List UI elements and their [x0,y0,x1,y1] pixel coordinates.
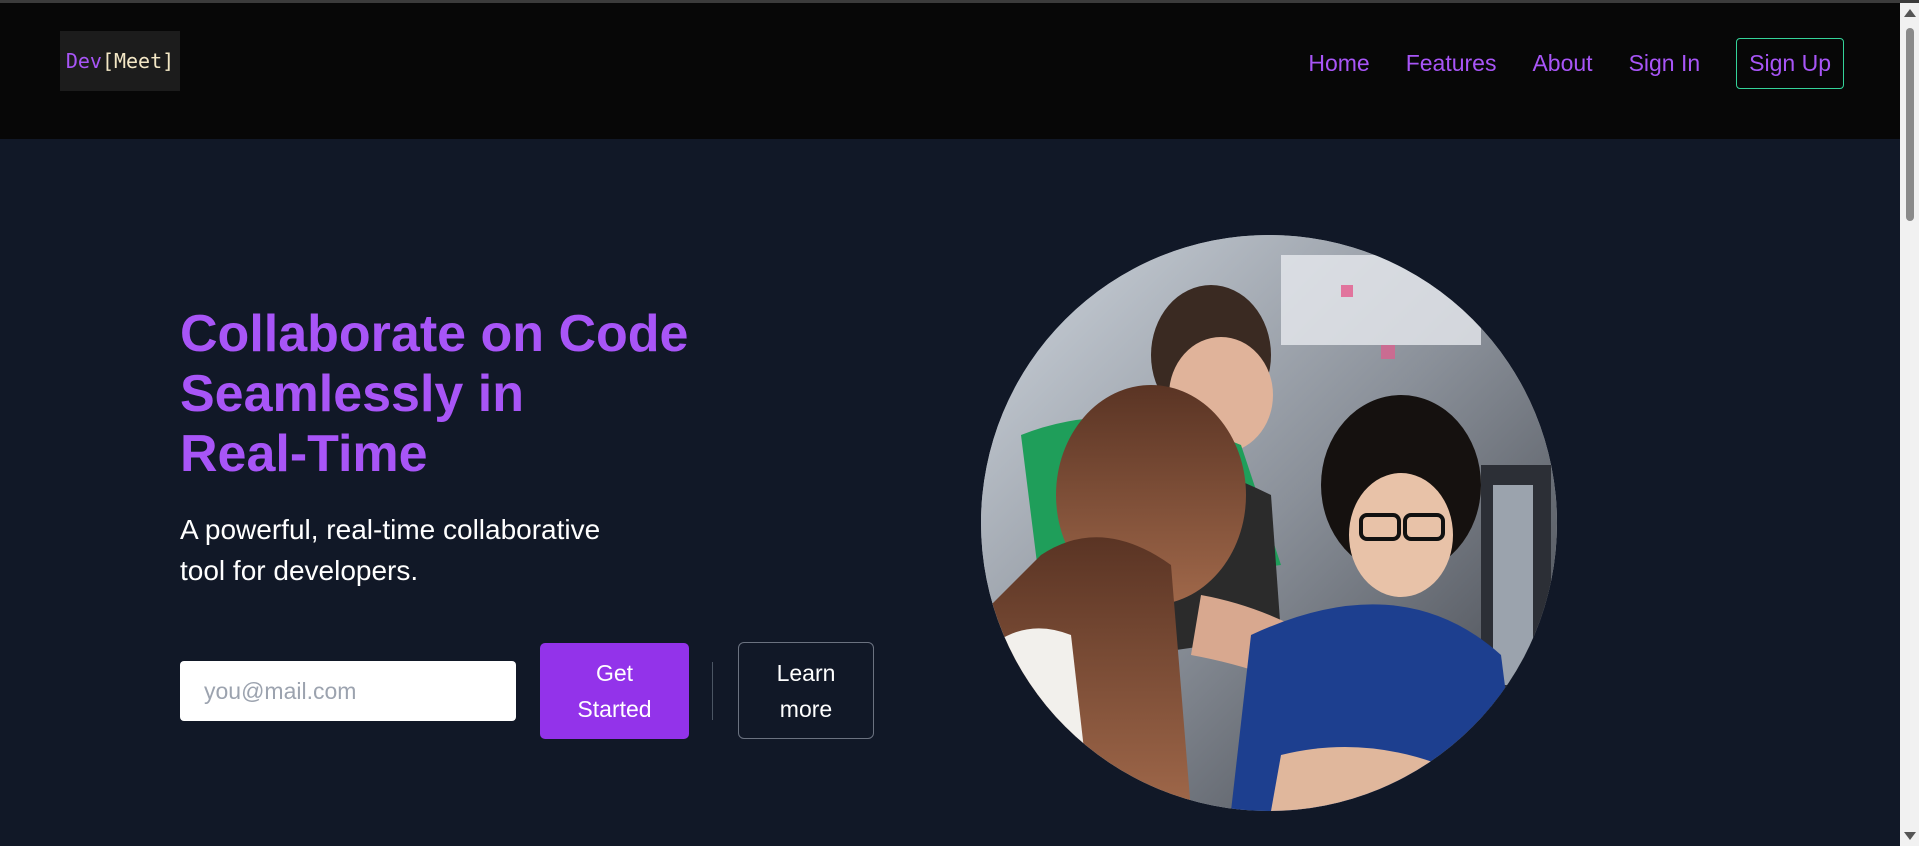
nav-link-features[interactable]: Features [1406,50,1497,77]
hero-title-line-2: Seamlessly in [180,365,524,423]
nav-links: Home Features About Sign In Sign Up [1272,37,1844,89]
page-scrollbar[interactable] [1900,3,1919,846]
logo-dev: Dev [65,49,102,73]
scroll-up-arrow-icon[interactable] [1904,9,1916,17]
hero-photo [981,235,1557,811]
button-divider [712,662,713,720]
sign-up-button[interactable]: Sign Up [1736,37,1844,89]
scroll-down-arrow-icon[interactable] [1904,832,1916,840]
get-started-label-line-1: Get [595,660,634,686]
hero-section: Collaborate on Code Seamlessly in Real-Tim… [0,139,1900,846]
learn-more-label-line-1: Learn [776,659,836,686]
navbar: Dev [Meet] Home Features About Sign In Si… [0,3,1900,139]
hero-title: Collaborate on Code Seamlessly in Real-Tim… [180,304,780,484]
scroll-thumb[interactable] [1906,28,1914,221]
hero-photo-illustration [981,235,1557,811]
nav-link-home[interactable]: Home [1308,50,1369,77]
learn-more-button[interactable]: Learn more [738,642,874,739]
nav-link-about[interactable]: About [1532,50,1592,77]
hero-subtitle: A powerful, real-time collaborative tool … [180,509,700,591]
logo-meet: [Meet] [101,49,175,73]
hero-title-line-1: Collaborate on Code [180,305,689,363]
get-started-button[interactable]: Get Started [540,643,689,739]
email-input[interactable] [180,661,516,721]
get-started-label-line-2: Started [577,696,652,722]
logo[interactable]: Dev [Meet] [60,31,180,91]
hero-subtitle-line-2: tool for developers. [180,555,419,586]
hero-subtitle-line-1: A powerful, real-time collaborative [180,514,601,545]
nav-link-sign-in[interactable]: Sign In [1629,50,1701,77]
learn-more-label-line-2: more [779,695,833,722]
hero-title-line-3: Real-Time [180,425,428,483]
